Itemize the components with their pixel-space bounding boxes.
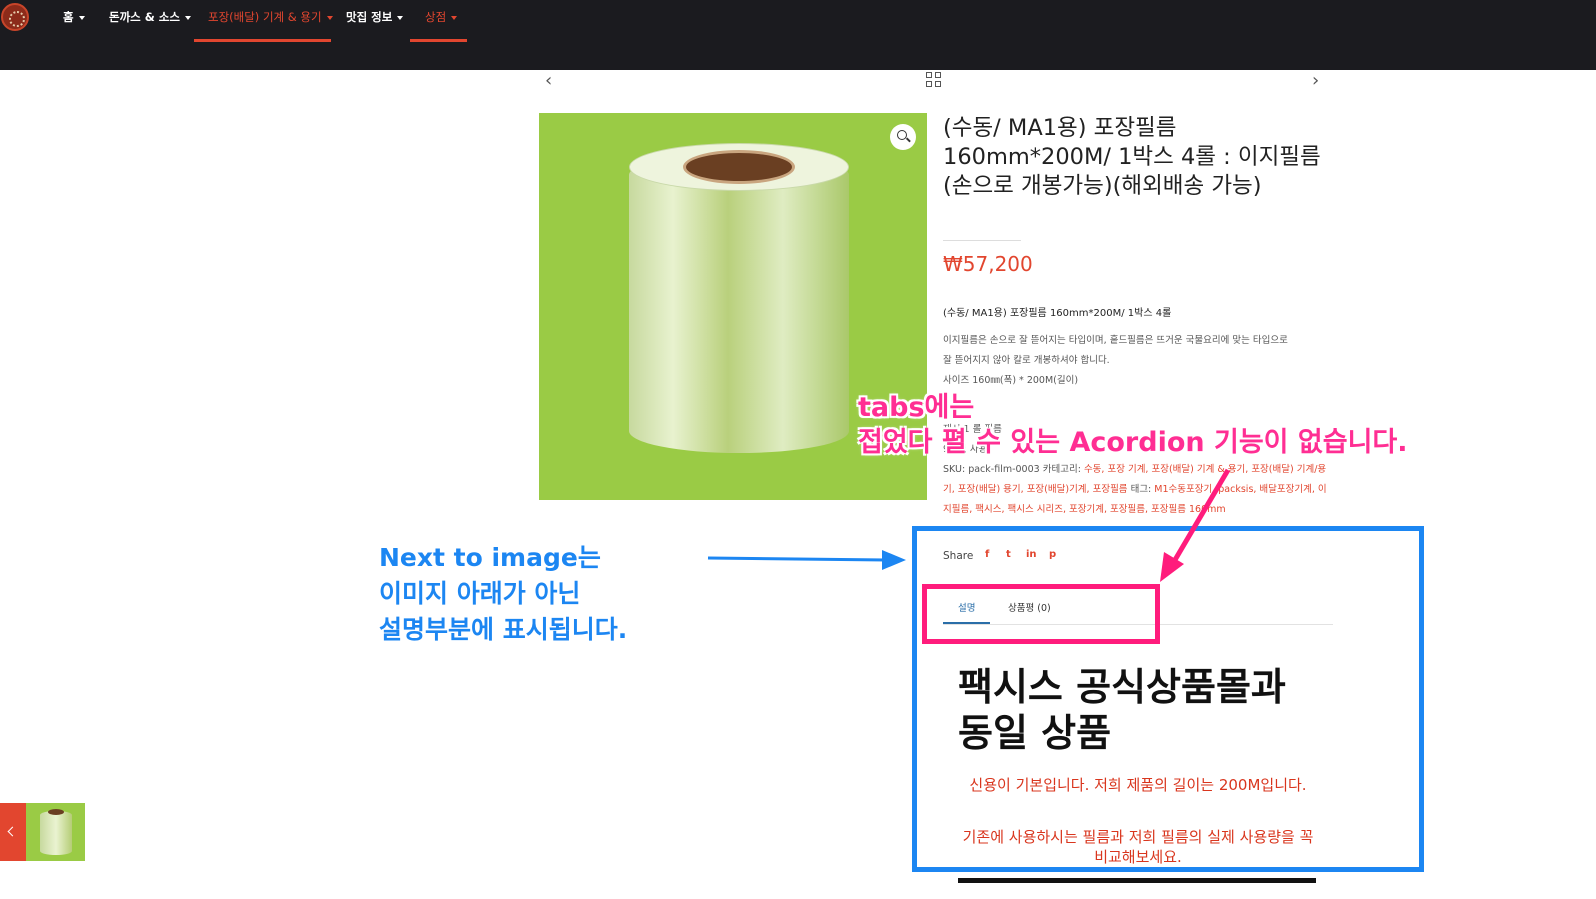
annotation-tabs-note: tabs에는 [858, 392, 975, 423]
annotation-tabs-note: 접었다 펼 수 있는 Acordion 기능이 없습니다. [858, 427, 1408, 458]
nav-active-underline [194, 39, 331, 42]
nav-label: 포장(배달) 기계 & 용기 [208, 10, 322, 24]
previous-product-thumbnail[interactable] [26, 803, 85, 861]
chevron-down-icon [78, 15, 85, 20]
description-line: 사이즈 160㎜(폭) * 200M(길이) [943, 375, 1079, 386]
annotation-pink-frame [922, 584, 1160, 644]
divider [943, 240, 1021, 241]
sku-value: pack-film-0003 [968, 464, 1040, 475]
annotation-next-to-image-note: Next to image는 [379, 543, 601, 572]
tag-label: 태그: [1130, 484, 1152, 495]
nav-item-home[interactable]: 홈 [63, 9, 85, 31]
product-title: (수동/ MA1용) 포장필름 160mm*200M/ 1박스 4롤 : 이지필… [943, 115, 1321, 199]
nav-item-packaging[interactable]: 포장(배달) 기계 & 용기 [208, 9, 333, 31]
description-line: 잘 뜯어지지 않아 칼로 개봉하셔야 합니다. [943, 355, 1110, 366]
top-navigation-bar: 홈 돈까스 & 소스 포장(배달) 기계 & 용기 맛집 정보 상점 [0, 0, 1596, 70]
previous-product-button[interactable] [0, 803, 26, 861]
grid-icon[interactable] [926, 72, 942, 88]
chevron-down-icon [326, 15, 333, 20]
nav-item-donkatsu[interactable]: 돈까스 & 소스 [109, 9, 191, 31]
annotation-next-to-image-note: 이미지 아래가 아닌 [379, 579, 581, 608]
chevron-down-icon [397, 15, 404, 20]
chevron-down-icon [451, 15, 458, 20]
category-label: 카테고리: [1042, 464, 1081, 475]
chevron-down-icon [184, 15, 191, 20]
annotation-blue-frame [912, 526, 1424, 872]
nav-item-restaurant-info[interactable]: 맛집 정보 [346, 9, 404, 31]
product-price: ₩57,200 [943, 252, 1033, 276]
product-meta: SKU: pack-film-0003 카테고리: 수동, 포장 기계, 포장(… [943, 460, 1335, 520]
site-logo[interactable] [1, 3, 29, 31]
nav-label: 맛집 정보 [346, 10, 393, 24]
nav-label: 돈까스 & 소스 [109, 10, 180, 24]
nav-label: 상점 [425, 10, 447, 24]
sku-label: SKU: [943, 464, 966, 475]
content-bar [958, 878, 1316, 883]
film-roll [629, 153, 849, 453]
description-line: 이지필름은 손으로 잘 뜯어지는 타입이며, 홑드필름은 뜨거운 국물요리에 맞… [943, 335, 1288, 346]
nav-active-underline [410, 39, 467, 42]
short-description-title: (수동/ MA1용) 포장필름 160mm*200M/ 1박스 4롤 [943, 308, 1172, 319]
zoom-icon[interactable] [890, 124, 916, 150]
nav-label: 홈 [63, 10, 74, 24]
previous-product-arrow[interactable]: ‹ [545, 70, 552, 91]
annotation-next-to-image-note: 설명부분에 표시됩니다. [379, 615, 628, 644]
next-product-arrow[interactable]: › [1312, 70, 1319, 91]
nav-item-shop[interactable]: 상점 [425, 9, 458, 31]
description-line: 5 [943, 395, 950, 406]
